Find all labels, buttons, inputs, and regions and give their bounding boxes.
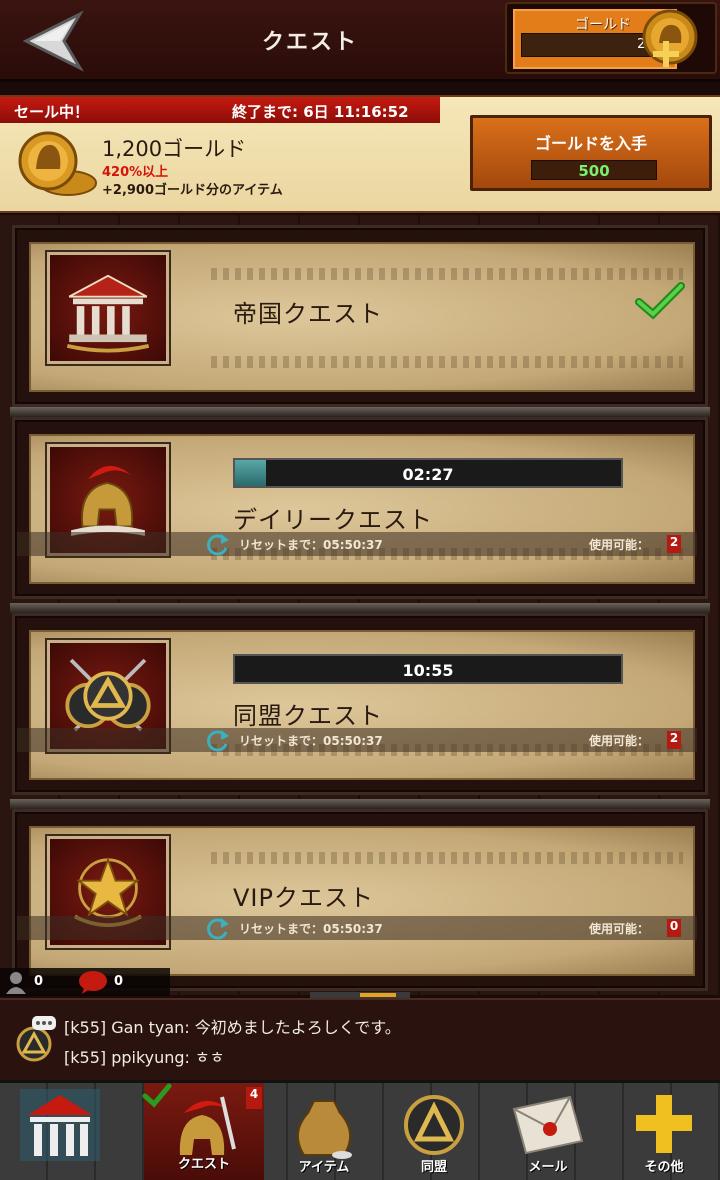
sale-bonus: 420%以上	[102, 165, 169, 180]
gold-balance[interactable]: ゴールド 200	[505, 2, 717, 74]
nav-mail[interactable]: メール	[488, 1083, 608, 1180]
sale-label: セール中！	[14, 103, 90, 121]
chat-message: [k55] Gan tyan: 今初めましたよろしくです。	[64, 1018, 401, 1037]
quest-card-empire[interactable]: 帝国クエスト	[12, 225, 708, 407]
get-gold-label: ゴールドを入手	[534, 134, 647, 153]
quest-icon-frame	[47, 252, 169, 364]
gold-coins-icon	[18, 131, 97, 196]
parchment-panel: VIPクエスト リセットまで：05:50:37 使用可能： 0	[17, 826, 697, 976]
parchment-panel: 帝国クエスト	[29, 242, 695, 392]
parchment-panel: 10:55 同盟クエスト リセットまで：05:50:37 使用可能： 2	[17, 630, 697, 780]
user-count: 0	[34, 974, 44, 989]
nav-label: その他	[644, 1160, 684, 1175]
get-gold-price: 500	[578, 162, 610, 180]
quest-card-vip[interactable]: VIPクエスト リセットまで：05:50:37 使用可能： 0	[12, 809, 708, 991]
header-bar: クエスト ゴールド 200	[0, 0, 720, 82]
bottom-nav: クエスト アイテム 同盟 メール その他	[0, 1080, 720, 1180]
reset-strip: リセットまで：05:50:37 使用可能： 2	[17, 728, 697, 752]
sale-items: +2,900ゴールド分のアイテム	[102, 183, 283, 198]
greek-border-decoration	[211, 356, 683, 368]
reset-icon	[207, 730, 229, 752]
available-label: 使用可能：	[589, 538, 650, 552]
plus-icon	[636, 1095, 692, 1153]
page-title: クエスト	[261, 30, 358, 55]
quest-card-alliance[interactable]: 10:55 同盟クエスト リセットまで：05:50:37 使用可能： 2	[12, 613, 708, 795]
nav-label: メール	[528, 1160, 568, 1175]
quest-timer-bar: 02:27	[233, 458, 623, 488]
quest-name: 同盟クエスト	[233, 702, 383, 730]
quest-name: デイリークエスト	[233, 506, 433, 534]
nav-label: アイテム	[298, 1160, 350, 1175]
mail-icon	[512, 1095, 584, 1155]
reset-strip: リセットまで：05:50:37 使用可能： 0	[17, 916, 697, 940]
back-button[interactable]	[20, 8, 90, 74]
available-label: 使用可能：	[589, 734, 650, 748]
item-bag-icon	[297, 1100, 352, 1159]
greek-border-decoration	[211, 852, 683, 864]
nav-alliance[interactable]: 同盟	[374, 1083, 494, 1180]
chat-panel[interactable]: [k55] Gan tyan: 今初めましたよろしくです。 [k55] ppik…	[0, 998, 720, 1080]
divider	[10, 407, 710, 417]
quest-timer-bar: 10:55	[233, 654, 623, 684]
parchment-panel: 02:27 デイリークエスト リセットまで：05:50:37 使用可能： 2	[17, 434, 697, 584]
available-count: 2	[667, 535, 681, 553]
back-arrow-icon	[22, 10, 84, 72]
sale-banner: セール中！ 終了まで: 6日 11:16:52 1,200ゴールド 420%以上…	[0, 95, 720, 213]
sale-timer: 終了まで: 6日 11:16:52	[232, 103, 409, 121]
reset-countdown: リセットまで：05:50:37	[239, 538, 383, 552]
divider	[10, 799, 710, 809]
nav-label: クエスト	[177, 1157, 230, 1172]
nav-more[interactable]: その他	[604, 1083, 720, 1180]
nav-label: 同盟	[420, 1160, 447, 1175]
divider	[10, 603, 710, 613]
nav-items[interactable]: アイテム	[264, 1083, 384, 1180]
quest-card-daily[interactable]: 02:27 デイリークエスト リセットまで：05:50:37 使用可能： 2	[12, 417, 708, 599]
quest-helmet-icon	[179, 1096, 236, 1155]
gold-coin-add-icon	[642, 9, 698, 67]
chat-message: [k55] ppikyung: ㅎㅎ	[64, 1048, 225, 1067]
quest-list[interactable]: 帝国クエスト 02:27 デイリークエスト リセットまで：05:50:37 使用…	[0, 215, 720, 995]
price-bar: 500	[531, 160, 657, 180]
temple-icon	[66, 274, 150, 353]
reset-icon	[207, 918, 229, 940]
available-count: 2	[667, 731, 681, 749]
available-count: 0	[667, 919, 681, 937]
home-temple-icon	[20, 1089, 100, 1161]
quest-timer-text: 10:55	[402, 661, 454, 680]
quest-timer-text: 02:27	[402, 465, 454, 484]
nav-home[interactable]	[0, 1083, 120, 1180]
chat-alliance-icon	[16, 1016, 56, 1062]
user-icon	[6, 972, 26, 994]
message-bubble-icon	[79, 971, 107, 994]
online-counters: 0 0	[0, 968, 170, 996]
completed-check-icon	[635, 282, 685, 320]
get-gold-button[interactable]: ゴールドを入手 500	[470, 115, 712, 191]
nav-completed-check-icon	[142, 1083, 172, 1108]
gold-label: ゴールド	[575, 17, 631, 33]
message-count: 0	[114, 974, 124, 989]
sale-ribbon: セール中！ 終了まで: 6日 11:16:52	[0, 97, 440, 123]
available-label: 使用可能：	[589, 922, 650, 936]
reset-countdown: リセットまで：05:50:37	[239, 734, 383, 748]
alliance-icon	[404, 1095, 464, 1155]
reset-strip: リセットまで：05:50:37 使用可能： 2	[17, 532, 697, 556]
quest-name: 帝国クエスト	[233, 300, 383, 328]
reset-countdown: リセットまで：05:50:37	[239, 922, 383, 936]
greek-border-decoration	[211, 268, 683, 280]
quest-name: VIPクエスト	[233, 884, 374, 912]
sale-amount: 1,200ゴールド	[102, 137, 247, 161]
reset-icon	[207, 534, 229, 556]
quest-nav-badge: 4	[246, 1087, 262, 1109]
